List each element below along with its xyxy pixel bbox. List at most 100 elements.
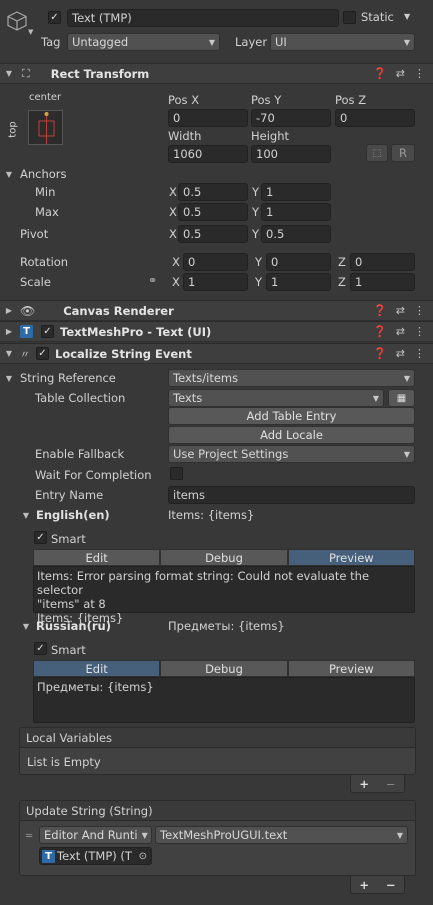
help-icon[interactable]: ❓ [373,304,387,317]
english-tab-debug[interactable]: Debug [160,549,288,566]
rect-transform-icon: ⛶ [22,66,30,80]
event-drag-handle-icon[interactable]: ═ [26,831,32,842]
pos-z-label: Pos Z [335,93,367,107]
object-name-field[interactable]: Text (TMP) [67,9,339,27]
textmeshpro-header[interactable]: ▶ T ✓ TextMeshPro - Text (UI) ❓ ⇄ ⋮ [0,321,433,342]
rect-transform-header[interactable]: ▼ ⛶ Rect Transform ❓ ⇄ ⋮ [0,63,433,84]
width-label: Width [168,129,202,143]
static-dropdown-arrow[interactable]: ▼ [404,12,410,21]
rot-x-axis: X [172,255,180,269]
russian-smart-checkbox[interactable]: ✓ [34,642,47,655]
russian-edit-area[interactable]: Предметы: {items} [33,677,415,723]
width-field[interactable]: 1060 [168,145,248,163]
scale-z-field[interactable]: 1 [350,273,415,291]
runtime-mode-dropdown[interactable]: Editor And Runti ▼ [39,826,152,844]
foldout-arrow-icon[interactable]: ▼ [21,622,31,631]
add-locale-button[interactable]: Add Locale [168,426,415,444]
anchor-preset-button[interactable] [28,110,63,145]
max-y-axis: Y [252,205,260,219]
add-table-entry-button[interactable]: Add Table Entry [168,407,415,425]
foldout-arrow-icon[interactable]: ▼ [4,374,14,383]
english-label: English(en) [36,508,110,522]
rot-x-field[interactable]: 0 [183,253,248,271]
anchors-row[interactable]: ▼ Anchors [0,164,433,184]
english-output-line: Items: Error parsing format string: Coul… [37,569,370,597]
min-y-axis: Y [252,185,260,199]
russian-label: Russian(ru) [36,619,111,633]
foldout-arrow-icon[interactable]: ▶ [4,327,14,336]
icon-dropdown-arrow[interactable]: ▼ [28,28,33,36]
raw-edit-button[interactable]: R [391,144,415,162]
open-table-button[interactable]: ▦ [388,389,415,407]
component-header-icons: ❓ ⇄ ⋮ [373,325,425,338]
target-object-field[interactable]: T Text (TMP) (T ⊙ [39,847,152,865]
localize-string-event-header[interactable]: ▼ 〃 ✓ Localize String Event ❓ ⇄ ⋮ [0,343,433,364]
russian-tab-debug[interactable]: Debug [160,660,288,677]
chevron-down-icon: ▼ [396,830,403,840]
pos-y-field[interactable]: -70 [251,109,331,127]
pivot-x-axis: X [169,227,177,241]
min-y-field[interactable]: 1 [261,183,331,201]
english-tab-preview[interactable]: Preview [287,549,415,566]
min-x-field[interactable]: 0.5 [178,183,248,201]
more-menu-icon[interactable]: ⋮ [414,304,425,317]
textmeshpro-enabled-checkbox[interactable]: ✓ [41,325,54,338]
max-x-field[interactable]: 0.5 [178,203,248,221]
pivot-y-field[interactable]: 0.5 [261,225,331,243]
tag-dropdown[interactable]: Untagged ▼ [67,33,220,51]
wait-for-completion-checkbox[interactable] [170,467,183,480]
more-menu-icon[interactable]: ⋮ [414,67,425,80]
scale-y-axis: Y [255,275,263,289]
presets-icon[interactable]: ⇄ [396,304,405,317]
scale-x-axis: X [172,275,180,289]
localize-enabled-checkbox[interactable]: ✓ [36,347,49,360]
canvas-renderer-header[interactable]: ▶ 👁 Canvas Renderer ❓ ⇄ ⋮ [0,300,433,321]
add-variable-button[interactable]: + [359,777,369,791]
english-tab-edit[interactable]: Edit [33,549,161,566]
help-icon[interactable]: ❓ [373,347,387,360]
pos-x-field[interactable]: 0 [168,109,248,127]
remove-event-button[interactable]: − [386,878,396,892]
help-icon[interactable]: ❓ [373,67,387,80]
foldout-arrow-icon[interactable]: ▶ [4,306,14,315]
object-picker-icon[interactable]: ⊙ [139,851,147,862]
max-y-field[interactable]: 1 [261,203,331,221]
english-smart-checkbox[interactable]: ✓ [34,531,47,544]
russian-tab-preview[interactable]: Preview [287,660,415,677]
russian-tab-edit[interactable]: Edit [33,660,161,677]
function-dropdown[interactable]: TextMeshProUGUI.text ▼ [155,826,408,844]
presets-icon[interactable]: ⇄ [396,325,405,338]
help-icon[interactable]: ❓ [373,325,387,338]
foldout-arrow-icon[interactable]: ▼ [4,349,14,358]
rot-y-field[interactable]: 0 [266,253,331,271]
active-checkbox[interactable]: ✓ [48,11,61,24]
english-output-area[interactable]: Items: Error parsing format string: Coul… [33,566,415,625]
layer-dropdown[interactable]: UI ▼ [270,33,415,51]
pos-z-field[interactable]: 0 [335,109,415,127]
more-menu-icon[interactable]: ⋮ [414,325,425,338]
add-event-button[interactable]: + [359,878,369,892]
presets-icon[interactable]: ⇄ [396,67,405,80]
static-checkbox[interactable] [343,11,356,24]
scale-x-field[interactable]: 1 [183,273,248,291]
rot-z-field[interactable]: 0 [350,253,415,271]
height-field[interactable]: 100 [251,145,331,163]
pivot-x-field[interactable]: 0.5 [178,225,248,243]
table-collection-value: Texts [173,391,203,405]
pivot-y-axis: Y [252,227,260,241]
component-header-icons: ❓ ⇄ ⋮ [373,304,425,317]
foldout-arrow-icon[interactable]: ▼ [4,170,14,179]
foldout-arrow-icon[interactable]: ▼ [4,69,14,78]
scale-y-field[interactable]: 1 [266,273,331,291]
remove-variable-button[interactable]: − [386,777,396,791]
foldout-arrow-icon[interactable]: ▼ [21,511,31,520]
table-collection-dropdown[interactable]: Texts ▼ [168,389,384,407]
entry-name-field[interactable]: items [168,486,415,504]
english-smart-label: Smart [51,532,86,546]
blueprint-mode-button[interactable]: ⬚ [366,144,388,162]
constrain-proportions-icon[interactable]: ⚭ [148,274,157,287]
string-reference-dropdown[interactable]: Texts/items ▼ [168,369,415,387]
enable-fallback-dropdown[interactable]: Use Project Settings ▼ [168,445,415,463]
presets-icon[interactable]: ⇄ [396,347,405,360]
more-menu-icon[interactable]: ⋮ [414,347,425,360]
